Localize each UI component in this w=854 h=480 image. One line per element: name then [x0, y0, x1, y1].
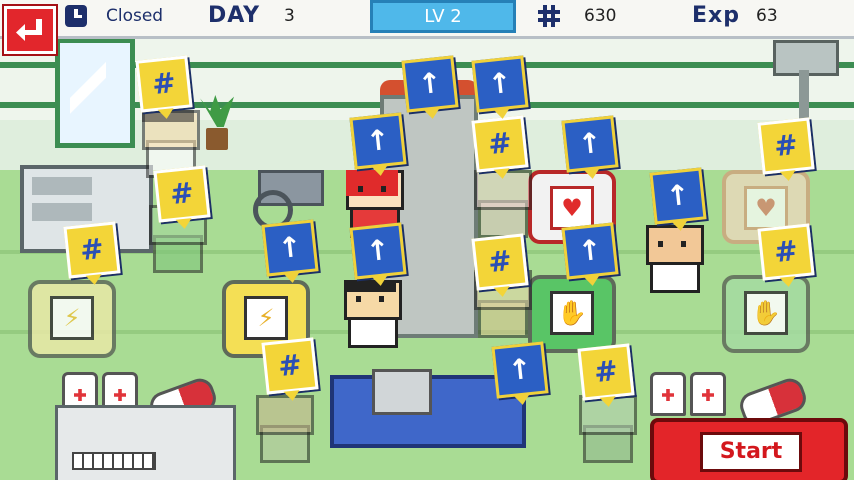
upgrade-bubble[interactable]: ↑: [561, 115, 619, 173]
patient-pink: [470, 170, 532, 240]
money-icon: [538, 5, 560, 27]
patient-bald: [642, 225, 704, 295]
day-label: DAY: [208, 3, 261, 28]
back-arrow-icon: [16, 19, 42, 41]
hand-machine-inactive[interactable]: ✋: [722, 275, 810, 353]
hud-bar: Closed DAY 3 LV 2 630 Exp 63: [0, 0, 854, 39]
level-text: LV 2: [424, 6, 462, 27]
money-bubble[interactable]: #: [135, 55, 193, 113]
doctor: [340, 280, 402, 350]
medicine-bottles-right: [650, 372, 730, 416]
money-bubble[interactable]: #: [63, 221, 121, 279]
patient-bottom-left: [252, 395, 314, 470]
upgrade-bubble[interactable]: ↑: [491, 341, 549, 399]
back-button[interactable]: [2, 4, 58, 56]
money-value: 630: [584, 6, 617, 26]
money-bubble[interactable]: #: [577, 343, 635, 401]
potted-plant: [200, 95, 234, 150]
money-bubble[interactable]: #: [261, 337, 319, 395]
status-text: Closed: [106, 6, 164, 26]
start-button[interactable]: Start: [650, 418, 848, 480]
money-bubble[interactable]: #: [471, 115, 529, 173]
exp-value: 63: [756, 6, 778, 26]
upgrade-bubble[interactable]: ↑: [261, 219, 319, 277]
power-machine-inactive[interactable]: ⚡: [28, 280, 116, 358]
window: [55, 38, 135, 148]
level-badge: LV 2: [370, 0, 516, 33]
upgrade-bubble[interactable]: ↑: [349, 222, 407, 280]
exp-label: Exp: [692, 3, 740, 28]
upgrade-bubble[interactable]: ↑: [401, 55, 459, 113]
upgrade-bubble[interactable]: ↑: [349, 112, 407, 170]
money-bubble[interactable]: #: [757, 223, 815, 281]
upgrade-bubble[interactable]: ↑: [471, 55, 529, 113]
money-bubble[interactable]: #: [757, 117, 815, 175]
upgrade-bubble[interactable]: ↑: [561, 222, 619, 280]
clock-icon: [65, 5, 87, 27]
money-bubble[interactable]: #: [471, 233, 529, 291]
game-scene: ⚡ ⚡ ✋ ✋ ♥ ♥ # # # # # # # # # ↑ ↑ ↑ ↑ ↑ …: [0, 0, 854, 480]
day-value: 3: [284, 6, 295, 26]
pharmacy-counter[interactable]: [55, 405, 236, 480]
money-bubble[interactable]: #: [153, 165, 211, 223]
wheelchair: [238, 150, 328, 230]
start-label: Start: [700, 432, 802, 472]
upgrade-bubble[interactable]: ↑: [649, 167, 707, 225]
